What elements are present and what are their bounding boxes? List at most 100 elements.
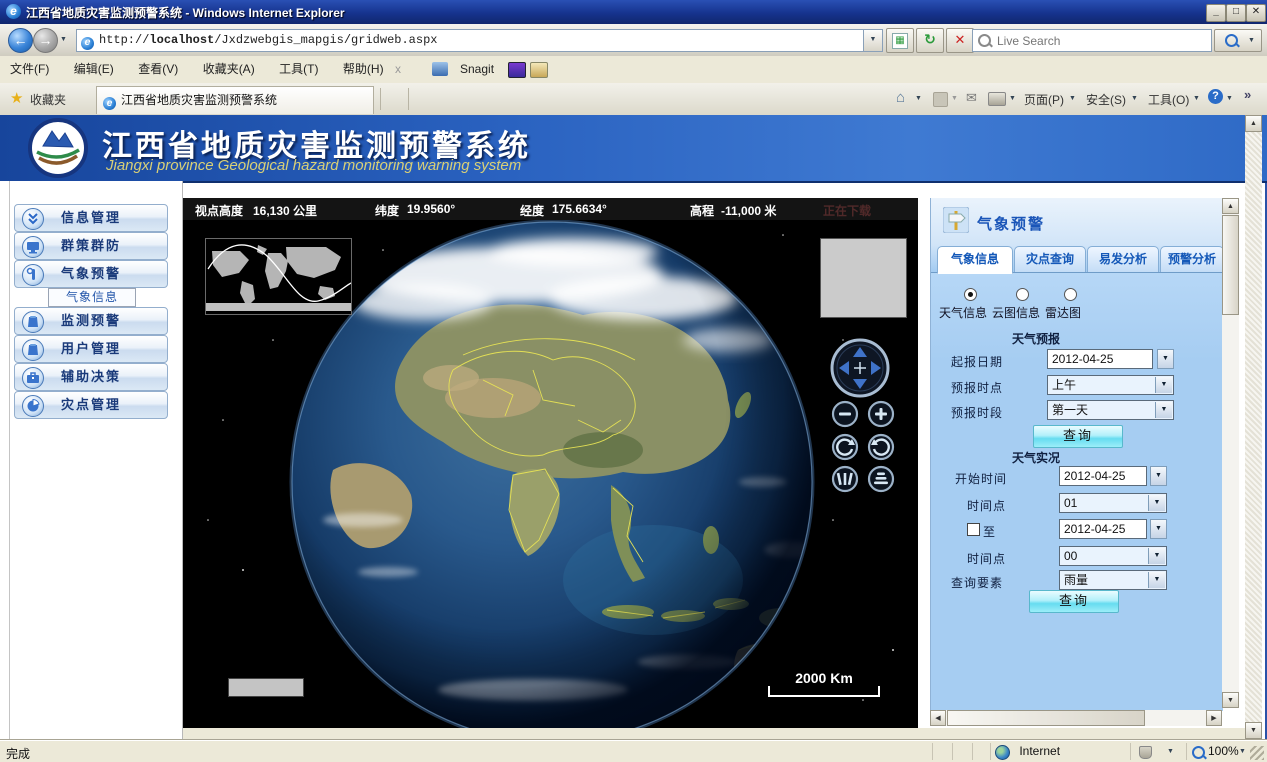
rss-dropdown-icon[interactable]: ▼ xyxy=(951,95,958,102)
zoom-cell[interactable]: 100% ▼ xyxy=(1186,743,1249,760)
zoom-in-button[interactable] xyxy=(867,400,895,428)
tilt-down-button[interactable] xyxy=(867,465,895,493)
dropdown-icon[interactable]: ▼ xyxy=(1155,402,1172,418)
snagit-profiles-icon[interactable] xyxy=(508,62,526,78)
help-dropdown-icon[interactable]: ▼ xyxy=(1226,95,1233,102)
tab-weather-info[interactable]: 气象信息 xyxy=(937,246,1013,274)
page-scroll-up-icon[interactable]: ▲ xyxy=(1245,115,1262,132)
sidebar-item-disaster-points[interactable]: 灾点管理 xyxy=(14,391,168,419)
dropdown-icon[interactable]: ▼ xyxy=(1148,495,1165,511)
address-dropdown[interactable]: ▼ xyxy=(863,29,883,52)
sidebar-item-info-management[interactable]: 信息管理 xyxy=(14,204,168,232)
home-icon[interactable]: ⌂ xyxy=(896,89,905,106)
overflow-chevron-icon[interactable]: » xyxy=(1244,87,1251,102)
scroll-left-icon[interactable]: ◀ xyxy=(930,710,946,726)
tab-disaster-query[interactable]: 灾点查询 xyxy=(1014,246,1086,274)
start-date-dropdown[interactable]: ▼ xyxy=(1150,466,1167,486)
scroll-up-icon[interactable]: ▲ xyxy=(1222,198,1239,214)
globe-viewport[interactable]: 视点高度 16,130 公里 纬度 19.9560° 经度 175.6634° … xyxy=(183,198,918,728)
end-hour-select[interactable]: 00 ▼ xyxy=(1059,546,1167,566)
dropdown-icon[interactable]: ▼ xyxy=(1155,377,1172,393)
address-input[interactable]: ehttp://localhost/Jxdzwebgis_mapgis/grid… xyxy=(76,29,864,52)
scroll-right-icon[interactable]: ▶ xyxy=(1206,710,1222,726)
safety-menu-button[interactable]: 安全(S) xyxy=(1086,91,1126,108)
radio-label-cloud[interactable]: 云图信息 xyxy=(992,304,1040,321)
help-icon[interactable]: ? xyxy=(1208,89,1223,104)
page-menu-button[interactable]: 页面(P) xyxy=(1024,91,1064,108)
snagit-label[interactable]: Snagit xyxy=(450,56,504,82)
search-go-button[interactable]: ▼ xyxy=(1214,29,1262,52)
panel-hscrollbar[interactable]: ◀ ▶ xyxy=(930,710,1222,726)
close-button[interactable]: ✕ xyxy=(1246,4,1266,22)
home-dropdown-icon[interactable]: ▼ xyxy=(915,95,922,102)
maximize-button[interactable]: □ xyxy=(1226,4,1246,22)
sidebar-item-group-prevention[interactable]: 群策群防 xyxy=(14,232,168,260)
toolbar-close-icon[interactable]: x xyxy=(385,56,411,82)
compatibility-view-button[interactable]: ▦ xyxy=(886,28,914,53)
forecast-date-input[interactable]: 2012-04-25 xyxy=(1047,349,1153,369)
search-input[interactable] xyxy=(995,31,1209,50)
query-element-select[interactable]: 雨量 ▼ xyxy=(1059,570,1167,590)
rotate-right-button[interactable] xyxy=(867,433,895,461)
history-dropdown-icon[interactable]: ▼ xyxy=(60,36,67,43)
pan-control[interactable] xyxy=(829,337,891,399)
end-date-dropdown[interactable]: ▼ xyxy=(1150,519,1167,539)
refresh-button[interactable]: ↻ xyxy=(916,28,944,53)
sidebar-subitem-weather-info[interactable]: 气象信息 xyxy=(48,288,136,307)
end-time-checkbox[interactable] xyxy=(967,523,980,536)
dropdown-icon[interactable]: ▼ xyxy=(1148,548,1165,564)
back-button[interactable]: ← xyxy=(8,28,33,53)
scroll-down-icon[interactable]: ▼ xyxy=(1222,692,1239,708)
menu-file[interactable]: 文件(F) xyxy=(0,56,59,82)
print-dropdown-icon[interactable]: ▼ xyxy=(1009,95,1016,102)
tools-dropdown-icon[interactable]: ▼ xyxy=(1193,95,1200,102)
sidebar-item-user-management[interactable]: 用户管理 xyxy=(14,335,168,363)
panel-vscrollbar[interactable]: ▲ ▼ xyxy=(1222,198,1239,708)
zoom-dropdown-icon[interactable]: ▼ xyxy=(1239,748,1246,755)
sidebar-item-weather-warning[interactable]: 气象预警 xyxy=(14,260,168,288)
protected-dropdown-icon[interactable]: ▼ xyxy=(1167,748,1174,755)
radio-weather-info[interactable] xyxy=(964,288,977,301)
mail-icon[interactable]: ✉ xyxy=(966,90,977,106)
menu-view[interactable]: 查看(V) xyxy=(128,56,188,82)
rotate-left-button[interactable] xyxy=(831,433,859,461)
actual-query-button[interactable]: 查询 xyxy=(1029,590,1119,613)
radio-cloud-image[interactable] xyxy=(1016,288,1029,301)
menu-tools[interactable]: 工具(T) xyxy=(269,56,328,82)
forecast-time-select[interactable]: 上午 ▼ xyxy=(1047,375,1174,395)
menu-favorites[interactable]: 收藏夹(A) xyxy=(193,56,265,82)
start-hour-select[interactable]: 01 ▼ xyxy=(1059,493,1167,513)
stop-button[interactable]: ✕ xyxy=(946,28,974,53)
menu-edit[interactable]: 编辑(E) xyxy=(64,56,124,82)
dropdown-icon[interactable]: ▼ xyxy=(1148,572,1165,588)
forecast-date-dropdown[interactable]: ▼ xyxy=(1157,349,1174,369)
tab-warning-analysis[interactable]: 预警分析 xyxy=(1160,246,1224,274)
forward-button[interactable]: → xyxy=(33,28,58,53)
tab-current-page[interactable]: e江西省地质灾害监测预警系统 xyxy=(96,86,374,114)
snagit-editor-icon[interactable] xyxy=(530,62,548,78)
zoom-out-button[interactable] xyxy=(831,400,859,428)
sidebar-item-decision-support[interactable]: 辅助决策 xyxy=(14,363,168,391)
rss-icon[interactable] xyxy=(933,92,948,107)
page-dropdown-icon[interactable]: ▼ xyxy=(1069,95,1076,102)
radio-label-radar[interactable]: 雷达图 xyxy=(1045,304,1081,321)
print-icon[interactable] xyxy=(988,92,1006,106)
panel-hscroll-thumb[interactable] xyxy=(947,710,1145,726)
radio-label-weather[interactable]: 天气信息 xyxy=(939,304,987,321)
page-vscrollbar[interactable]: ▲ ▼ xyxy=(1245,115,1262,740)
start-date-input[interactable]: 2012-04-25 xyxy=(1059,466,1147,486)
resize-grip[interactable] xyxy=(1250,746,1264,760)
tools-menu-button[interactable]: 工具(O) xyxy=(1148,91,1189,108)
page-scroll-down-icon[interactable]: ▼ xyxy=(1245,722,1262,739)
radio-radar-image[interactable] xyxy=(1064,288,1077,301)
favorites-button[interactable]: 收藏夹 xyxy=(30,91,66,108)
sidebar-item-monitor-warning[interactable]: 监测预警 xyxy=(14,307,168,335)
overview-map[interactable] xyxy=(205,238,352,315)
search-options-dropdown-icon[interactable]: ▼ xyxy=(1248,37,1255,44)
minimize-button[interactable]: _ xyxy=(1206,4,1226,22)
tilt-up-button[interactable] xyxy=(831,465,859,493)
forecast-query-button[interactable]: 查询 xyxy=(1033,425,1123,448)
protected-mode-cell[interactable]: ▼ xyxy=(1130,743,1185,760)
panel-vscroll-thumb[interactable] xyxy=(1222,215,1239,315)
safety-dropdown-icon[interactable]: ▼ xyxy=(1131,95,1138,102)
